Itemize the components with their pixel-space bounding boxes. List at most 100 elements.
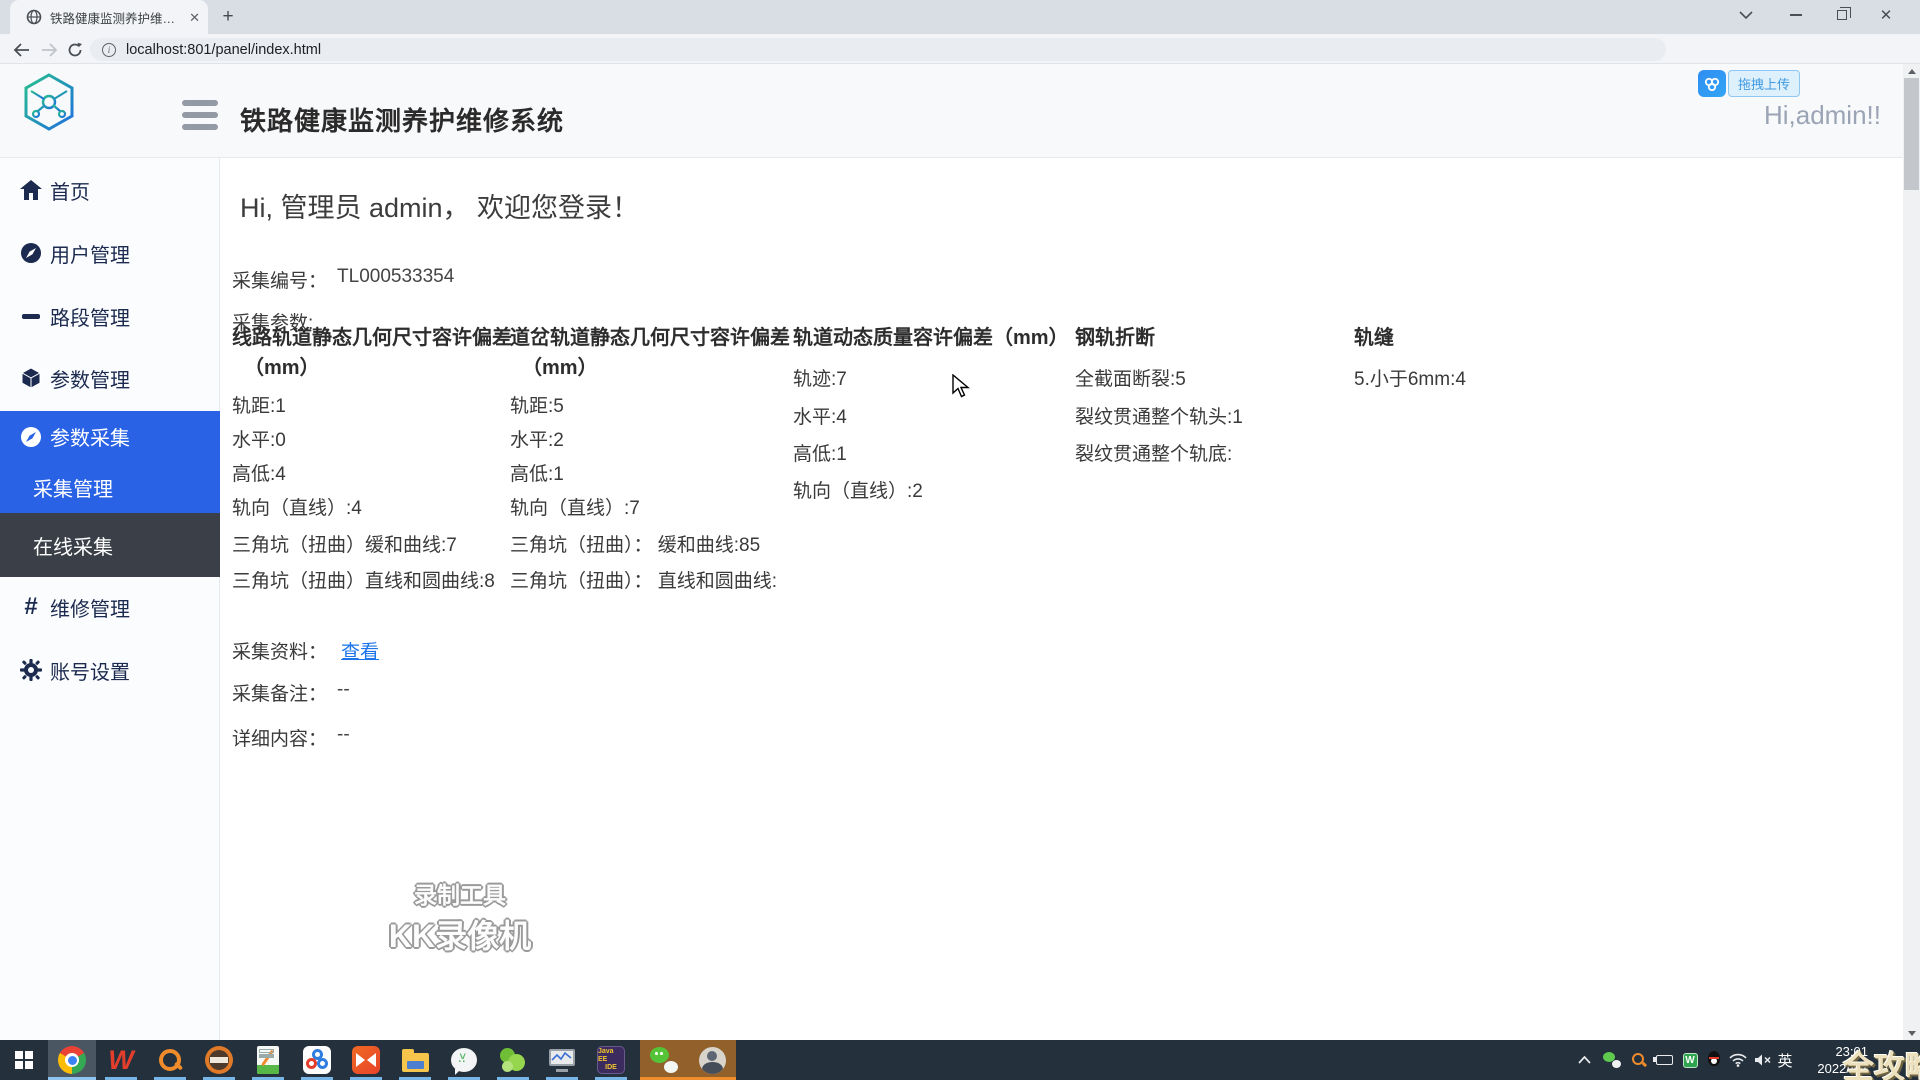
scroll-up-arrow-icon[interactable] [1903, 64, 1920, 78]
taskbar-wechat[interactable] [640, 1040, 688, 1080]
forward-button[interactable] [36, 37, 62, 63]
sidebar-item-label: 参数管理 [50, 364, 130, 393]
netdisk-upload-extension[interactable]: 拖拽上传 [1698, 70, 1800, 97]
eclipse-ide-icon: Java EEIDE [597, 1046, 625, 1074]
param-line: 高低:4 [232, 459, 286, 486]
sidebar-item-label: 用户管理 [50, 239, 130, 268]
ninja-icon [205, 1046, 233, 1074]
sidebar-item-sections[interactable]: 路段管理 [0, 290, 220, 342]
window-close-button[interactable]: ✕ [1866, 0, 1906, 30]
sidebar-item-label: 在线采集 [33, 531, 113, 560]
taskbar-trio-app[interactable] [293, 1040, 341, 1080]
cube-icon [18, 366, 44, 390]
param-line: 三角坑（扭曲）： 直线和圆曲线: [510, 566, 777, 593]
column-title: 道岔轨道静态几何尺寸容许偏差 [510, 325, 790, 351]
sidebar-item-label: 参数采集 [50, 422, 130, 451]
view-link[interactable]: 查看 [341, 637, 379, 664]
screen: 铁路健康监测养护维修系统 ✕ + ✕ i localhost:801/panel… [0, 0, 1920, 1080]
param-line: 轨向（直线）:2 [793, 476, 923, 503]
dash-icon [18, 314, 44, 319]
site-info-icon[interactable]: i [102, 43, 116, 57]
tray-chevron-up-icon[interactable] [1573, 1040, 1595, 1080]
column-title: 轨缝 [1354, 325, 1394, 351]
start-button[interactable] [0, 1040, 48, 1080]
param-line: 水平:4 [793, 402, 847, 429]
taskbar-wps[interactable]: W [97, 1040, 145, 1080]
taskbar-ninja-app[interactable] [195, 1040, 243, 1080]
folder-icon [402, 1053, 429, 1072]
scroll-down-arrow-icon[interactable] [1903, 1026, 1920, 1040]
scrollbar-thumb[interactable] [1904, 78, 1919, 190]
browser-tab[interactable]: 铁路健康监测养护维修系统 ✕ [10, 0, 208, 34]
netdisk-icon[interactable] [1698, 70, 1726, 97]
gear-icon [18, 658, 44, 682]
tray-wechat-icon[interactable] [1600, 1040, 1624, 1080]
compass-icon [18, 241, 44, 265]
url-text: localhost:801/panel/index.html [126, 42, 321, 58]
collection-number-label: 采集编号： [232, 266, 327, 293]
tray-wifi-icon[interactable] [1726, 1040, 1750, 1080]
reload-button[interactable] [62, 37, 88, 63]
window-chevron-button[interactable] [1726, 0, 1766, 30]
chat-bubble-icon [451, 1048, 477, 1072]
recorder-watermark: 录制工具 KK录像机 [360, 876, 560, 957]
taskbar-peas-app[interactable] [489, 1040, 537, 1080]
taskbar-chrome[interactable] [48, 1040, 96, 1080]
sidebar-item-maintenance[interactable]: # 维修管理 [0, 581, 220, 633]
param-line: 三角坑（扭曲）缓和曲线:7 [232, 530, 457, 557]
peas-icon [499, 1046, 527, 1074]
column-title: 线路轨道静态几何尺寸容许偏差 [232, 325, 512, 351]
sidebar-item-account[interactable]: 账号设置 [0, 644, 220, 696]
hash-icon: # [18, 595, 44, 619]
sidebar-item-parameters[interactable]: 参数管理 [0, 352, 220, 404]
column-title: 轨道动态质量容许偏差（mm） [793, 325, 1069, 351]
sidebar-item-users[interactable]: 用户管理 [0, 227, 220, 279]
param-line: 轨距:5 [510, 391, 564, 418]
window-maximize-button[interactable] [1822, 0, 1862, 30]
notepad-icon [257, 1046, 279, 1074]
drag-upload-tooltip: 拖拽上传 [1728, 70, 1800, 97]
page-scrollbar[interactable] [1903, 64, 1920, 1040]
new-tab-button[interactable]: + [216, 5, 240, 29]
taskbar-monitor-app[interactable] [538, 1040, 586, 1080]
tray-battery-icon[interactable] [1651, 1040, 1677, 1080]
sidebar-item-online-collect[interactable]: 在线采集 [0, 513, 220, 577]
tab-close-icon[interactable]: ✕ [189, 11, 200, 24]
taskbar-chat-app[interactable] [440, 1040, 488, 1080]
compass-icon [18, 425, 44, 449]
recorder-watermark-line1: 录制工具 [360, 876, 560, 910]
taskbar-eclipse-ide[interactable]: Java EEIDE [587, 1040, 635, 1080]
back-button[interactable] [8, 37, 34, 63]
sidebar-item-collect-manage[interactable]: 采集管理 [0, 462, 220, 513]
param-line: 水平:0 [232, 425, 286, 452]
taskbar-file-explorer[interactable] [391, 1040, 439, 1080]
tray-qq-icon[interactable] [1702, 1040, 1726, 1080]
chrome-icon [58, 1046, 86, 1074]
collection-note-label: 采集备注： [232, 679, 327, 706]
sidebar-item-label: 维修管理 [50, 593, 130, 622]
sidebar-item-label: 首页 [50, 176, 90, 205]
taskbar-contact-app[interactable] [688, 1040, 736, 1080]
wps-icon: W [108, 1045, 133, 1076]
recorder-watermark-line2: KK录像机 [360, 911, 560, 957]
header-user-greeting: Hi,admin!! [1764, 100, 1881, 131]
taskbar-search-tool[interactable] [146, 1040, 194, 1080]
taskbar-kk-recorder[interactable] [342, 1040, 390, 1080]
collection-number-value: TL000533354 [337, 266, 454, 293]
param-line: 轨向（直线）:4 [232, 493, 362, 520]
param-line: 三角坑（扭曲）： 缓和曲线:85 [510, 530, 760, 557]
sidebar-item-param-collect[interactable]: 参数采集 [0, 411, 220, 462]
menu-hamburger-icon[interactable] [182, 100, 218, 130]
sidebar: 首页 用户管理 路段管理 参数管理 参数采集 采集管理 [0, 158, 220, 1040]
address-bar[interactable]: i localhost:801/panel/index.html [90, 38, 1666, 61]
tray-search-icon[interactable] [1627, 1040, 1651, 1080]
collection-data-row: 采集资料： 查看 [232, 637, 379, 664]
column-title: 钢轨折断 [1075, 325, 1155, 351]
param-line: 三角坑（扭曲）直线和圆曲线:8 [232, 566, 495, 593]
taskbar-notepad-app[interactable] [244, 1040, 292, 1080]
param-line: 裂纹贯通整个轨底: [1075, 439, 1232, 466]
sidebar-item-home[interactable]: 首页 [0, 164, 220, 216]
window-minimize-button[interactable] [1776, 0, 1816, 30]
collection-number-row: 采集编号： TL000533354 [232, 266, 454, 293]
tray-wps-icon[interactable]: W [1678, 1040, 1702, 1080]
